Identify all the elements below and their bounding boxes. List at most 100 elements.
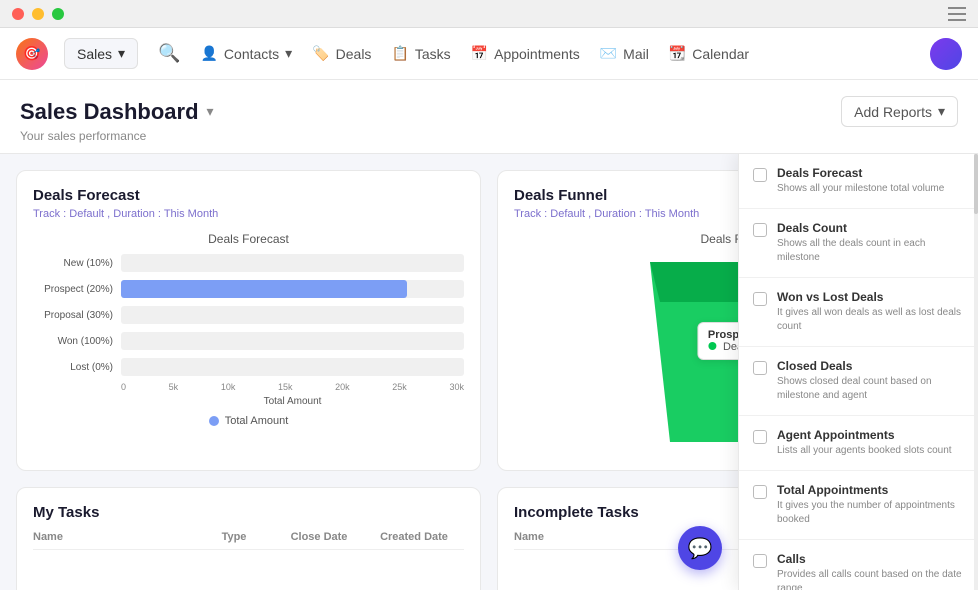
col-close-date: Close Date (274, 531, 364, 543)
navbar: 🎯 Sales ▾ 🔍 👤 Contacts ▾ 🏷️ Deals 📋 Task… (0, 28, 978, 80)
report-item-desc: Provides all calls count based on the da… (777, 568, 964, 590)
nav-item-appointments[interactable]: 📅 Appointments (471, 45, 580, 62)
deals-icon: 🏷️ (312, 45, 329, 62)
legend-label: Total Amount (225, 415, 289, 427)
bar-row: Prospect (20%) (33, 280, 464, 298)
bar-label: Won (100%) (33, 336, 113, 347)
chevron-down-icon: ▾ (118, 45, 125, 62)
page-header: Sales Dashboard ▾ Add Reports ▾ Your sal… (0, 80, 978, 154)
report-item-desc: Shows closed deal count based on milesto… (777, 375, 964, 403)
bar-row: Lost (0%) (33, 358, 464, 376)
main-content: Deals Forecast Track : Default , Duratio… (0, 154, 978, 590)
chevron-down-icon: ▾ (285, 45, 292, 62)
my-tasks-title: My Tasks (33, 504, 464, 521)
chart-legend: Total Amount (33, 415, 464, 427)
dropdown-report-item[interactable]: Closed DealsShows closed deal count base… (739, 347, 978, 416)
report-item-title: Agent Appointments (777, 428, 964, 442)
dropdown-report-item[interactable]: Won vs Lost Deals It gives all won deals … (739, 278, 978, 347)
appointments-label: Appointments (494, 46, 580, 62)
my-tasks-card: My Tasks Name Type Close Date Created Da… (16, 487, 481, 590)
dropdown-report-item[interactable]: Calls Provides all calls count based on t… (739, 540, 978, 590)
legend-dot (209, 416, 219, 426)
bar-track (121, 332, 464, 350)
report-item-desc: It gives you the number of appointments … (777, 499, 964, 527)
bar-track (121, 280, 464, 298)
bar-label: Lost (0%) (33, 362, 113, 373)
user-avatar[interactable] (930, 38, 962, 70)
minimize-button[interactable] (32, 8, 44, 20)
sales-label: Sales (77, 46, 112, 62)
report-checkbox[interactable] (753, 168, 767, 182)
bar-row: Proposal (30%) (33, 306, 464, 324)
mail-label: Mail (623, 46, 649, 62)
add-reports-label: Add Reports (854, 104, 932, 120)
mail-icon: ✉️ (600, 45, 617, 62)
page-title: Sales Dashboard (20, 99, 199, 125)
scrollbar-thumb[interactable] (974, 154, 978, 214)
tasks-label: Tasks (415, 46, 451, 62)
report-checkbox[interactable] (753, 430, 767, 444)
chevron-down-icon: ▾ (938, 103, 945, 120)
col-name: Name (33, 531, 194, 543)
add-reports-button[interactable]: Add Reports ▾ (841, 96, 958, 127)
search-icon[interactable]: 🔍 (154, 39, 184, 68)
x-axis: 05k10k15k20k25k30k (121, 382, 464, 392)
report-item-title: Deals Forecast (777, 166, 964, 180)
dropdown-report-item[interactable]: Total Appointments It gives you the numbe… (739, 471, 978, 540)
nav-item-calendar[interactable]: 📆 Calendar (669, 45, 749, 62)
dropdown-report-item[interactable]: Deals CountShows all the deals count in … (739, 209, 978, 278)
chart-title: Deals Forecast (33, 232, 464, 246)
my-tasks-table-header: Name Type Close Date Created Date (33, 531, 464, 550)
reports-dropdown-overlay: Deals ForecastShows all your milestone t… (738, 154, 978, 590)
report-checkbox[interactable] (753, 554, 767, 568)
deals-forecast-card: Deals Forecast Track : Default , Duratio… (16, 170, 481, 471)
report-item-title: Won vs Lost Deals (777, 290, 964, 304)
bar-track (121, 254, 464, 272)
x-axis-tick: 20k (335, 382, 350, 392)
chevron-down-icon[interactable]: ▾ (207, 103, 214, 120)
bar-row: Won (100%) (33, 332, 464, 350)
contacts-label: Contacts (224, 46, 279, 62)
deals-forecast-subtitle: Track : Default , Duration : This Month (33, 208, 464, 220)
x-axis-tick: 25k (392, 382, 407, 392)
appointments-icon: 📅 (471, 45, 488, 62)
report-checkbox[interactable] (753, 361, 767, 375)
nav-item-tasks[interactable]: 📋 Tasks (391, 45, 450, 62)
page-title-group: Sales Dashboard ▾ (20, 99, 214, 125)
bar-chart: New (10%) Prospect (20%) Proposal (30%) Won… (33, 254, 464, 376)
calendar-icon: 📆 (669, 45, 686, 62)
deals-label: Deals (336, 46, 372, 62)
report-checkbox[interactable] (753, 223, 767, 237)
deals-forecast-chart: Deals Forecast New (10%) Prospect (20%) Pr… (33, 232, 464, 427)
chat-button[interactable]: 💬 (678, 526, 722, 570)
report-item-title: Calls (777, 552, 964, 566)
nav-item-deals[interactable]: 🏷️ Deals (312, 45, 371, 62)
bar-label: New (10%) (33, 258, 113, 269)
bar-label: Prospect (20%) (33, 284, 113, 295)
x-axis-tick: 30k (449, 382, 464, 392)
bar-row: New (10%) (33, 254, 464, 272)
nav-item-contacts[interactable]: 👤 Contacts ▾ (200, 45, 292, 62)
report-item-desc: Shows all the deals count in each milest… (777, 237, 964, 265)
sales-dropdown[interactable]: Sales ▾ (64, 38, 138, 69)
bar-track (121, 358, 464, 376)
chat-icon: 💬 (688, 536, 713, 561)
nav-item-mail[interactable]: ✉️ Mail (600, 45, 649, 62)
app-logo: 🎯 (16, 38, 48, 70)
col-type: Type (194, 531, 274, 543)
report-checkbox[interactable] (753, 292, 767, 306)
page-subtitle: Your sales performance (20, 129, 958, 143)
report-item-title: Total Appointments (777, 483, 964, 497)
x-axis-tick: 10k (221, 382, 236, 392)
close-button[interactable] (12, 8, 24, 20)
dropdown-report-item[interactable]: Deals ForecastShows all your milestone t… (739, 154, 978, 209)
x-axis-tick: 5k (169, 382, 179, 392)
dropdown-report-item[interactable]: Agent AppointmentsLists all your agents … (739, 416, 978, 471)
bar-fill (121, 280, 407, 298)
report-checkbox[interactable] (753, 485, 767, 499)
menu-icon[interactable] (948, 7, 966, 21)
tasks-icon: 📋 (391, 45, 408, 62)
maximize-button[interactable] (52, 8, 64, 20)
col-created-date: Created Date (364, 531, 464, 543)
report-item-desc: It gives all won deals as well as lost d… (777, 306, 964, 334)
